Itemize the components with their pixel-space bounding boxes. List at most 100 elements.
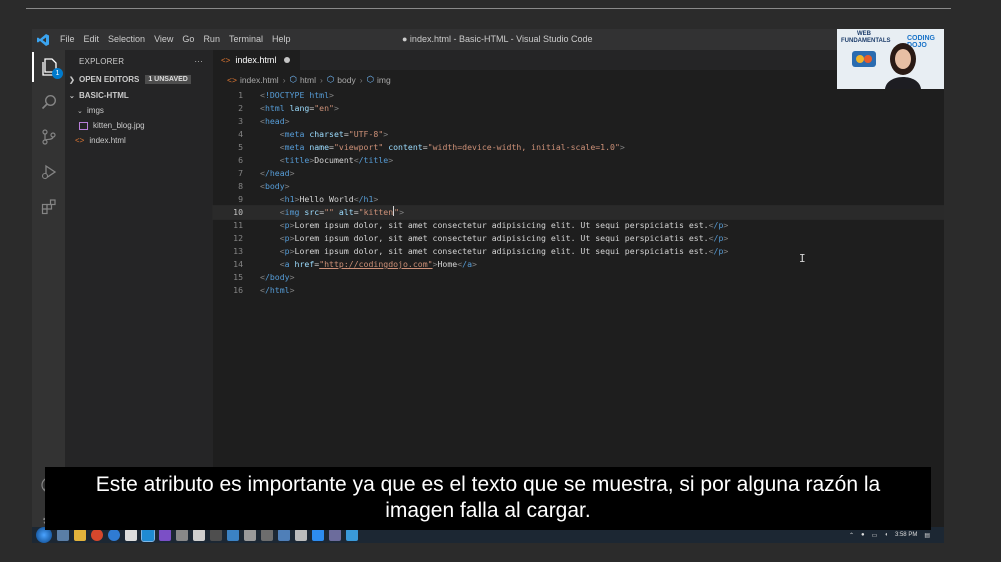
breadcrumb-item[interactable]: index.html: [240, 75, 279, 85]
code-line[interactable]: 12 <p>Lorem ipsum dolor, sit amet consec…: [213, 232, 944, 245]
clock[interactable]: 3:58 PM: [895, 532, 917, 538]
breadcrumb-item[interactable]: html: [300, 75, 316, 85]
code-text: <head>: [260, 116, 290, 126]
code-editor[interactable]: 1 <!DOCTYPE html> 2 <html lang="en"> 3 <head>…: [212, 89, 944, 297]
unsaved-dot-icon[interactable]: [284, 57, 291, 63]
code-line[interactable]: 6 <title>Document</title>: [213, 154, 944, 167]
line-number: 11: [233, 220, 243, 230]
code-line[interactable]: 8 <body>: [213, 180, 944, 193]
menu-edit[interactable]: Edit: [84, 29, 100, 50]
app-icon[interactable]: [329, 529, 341, 541]
code-line[interactable]: 14 <a href="http://codingdojo.com">Home<…: [213, 258, 944, 271]
mail-icon[interactable]: [227, 529, 239, 541]
image-file-icon: [79, 121, 88, 130]
chrome-icon[interactable]: [108, 529, 120, 541]
instructor-webcam: WEB FUNDAMENTALS CODING DOJO: [837, 29, 944, 89]
menu-file[interactable]: File: [60, 29, 75, 50]
menu-run[interactable]: Run: [203, 29, 220, 50]
code-line[interactable]: 16 </html>: [213, 284, 944, 297]
code-line[interactable]: 11 <p>Lorem ipsum dolor, sit amet consec…: [213, 219, 944, 232]
explorer-more-button[interactable]: ···: [194, 57, 203, 66]
volume-icon[interactable]: ◖: [884, 532, 888, 538]
menu-help[interactable]: Help: [272, 29, 291, 50]
explorer-icon[interactable]: 1: [32, 52, 65, 82]
tray-app-icon[interactable]: ●: [861, 532, 865, 538]
video-top-divider: [26, 8, 951, 9]
tree-item-imgs[interactable]: ⌄ imgs: [65, 103, 213, 118]
html-file-icon: <>: [227, 74, 237, 85]
code-line[interactable]: 13 <p>Lorem ipsum dolor, sit amet consec…: [213, 245, 944, 258]
text-cursor-icon: I: [799, 252, 806, 265]
app-icon[interactable]: [193, 529, 205, 541]
code-line[interactable]: 4 <meta charset="UTF-8">: [213, 128, 944, 141]
breadcrumb: <> index.html › ⬡ html › ⬡ body › ⬡ img: [213, 70, 944, 89]
tree-item-index-html[interactable]: <> index.html: [65, 133, 213, 148]
vscode-taskbar-icon[interactable]: [141, 528, 155, 542]
line-number: 13: [233, 246, 243, 256]
file-label: kitten_blog.jpg: [93, 121, 145, 130]
code-text: </head>: [260, 168, 295, 178]
app-icon[interactable]: [278, 529, 290, 541]
tab-index-html[interactable]: <> index.html: [213, 50, 301, 70]
line-number: 8: [238, 181, 243, 191]
folder-label: imgs: [87, 106, 104, 115]
menu-terminal[interactable]: Terminal: [229, 29, 263, 50]
app-icon[interactable]: [295, 529, 307, 541]
menu-selection[interactable]: Selection: [108, 29, 145, 50]
extensions-icon[interactable]: [32, 192, 65, 222]
browser-icon[interactable]: [91, 529, 103, 541]
notifications-icon[interactable]: ▤: [924, 532, 930, 539]
open-editors-label: OPEN EDITORS: [79, 75, 140, 84]
line-number: 7: [238, 168, 243, 178]
code-line[interactable]: 1 <!DOCTYPE html>: [213, 89, 944, 102]
line-number: 12: [233, 233, 243, 243]
element-icon: ⬡: [366, 74, 374, 84]
code-line[interactable]: 2 <html lang="en">: [213, 102, 944, 115]
line-number: 10: [233, 207, 243, 217]
html-css-js-badge-icon: [852, 51, 876, 67]
line-number: 16: [233, 285, 243, 295]
task-view-icon[interactable]: [57, 529, 69, 541]
menu-view[interactable]: View: [154, 29, 173, 50]
menu-go[interactable]: Go: [182, 29, 194, 50]
code-text: <!DOCTYPE html>: [260, 90, 334, 100]
tree-item-kitten-blog[interactable]: kitten_blog.jpg: [65, 118, 213, 133]
instructor-avatar: [885, 43, 921, 89]
breadcrumb-item[interactable]: img: [377, 75, 391, 85]
file-explorer-icon[interactable]: [74, 529, 86, 541]
code-line[interactable]: 7 </head>: [213, 167, 944, 180]
code-text: <title>Document</title>: [279, 155, 394, 165]
line-number: 2: [238, 103, 243, 113]
network-icon[interactable]: ▭: [872, 532, 878, 539]
line-number: 5: [238, 142, 243, 152]
project-section[interactable]: ⌄ BASIC-HTML: [65, 88, 213, 103]
visual-studio-icon[interactable]: [159, 529, 171, 541]
app-icon[interactable]: [346, 529, 358, 541]
html-file-icon: <>: [75, 136, 85, 145]
code-line[interactable]: 10 <img src="" alt="kitten">: [212, 205, 944, 220]
vscode-logo-icon: [32, 29, 54, 50]
breadcrumb-item[interactable]: body: [337, 75, 355, 85]
line-number: 4: [238, 129, 243, 139]
code-line[interactable]: 15 </body>: [213, 271, 944, 284]
chevron-right-icon: ❯: [69, 76, 75, 84]
code-text: </body>: [260, 272, 295, 282]
app-icon[interactable]: [244, 529, 256, 541]
code-text: <p>Lorem ipsum dolor, sit amet consectet…: [279, 233, 729, 243]
settings-icon[interactable]: [176, 529, 188, 541]
app-icon[interactable]: [261, 529, 273, 541]
code-line[interactable]: 9 <h1>Hello World</h1>: [213, 193, 944, 206]
open-editors-section[interactable]: ❯ OPEN EDITORS 1 UNSAVED: [65, 72, 213, 87]
code-line[interactable]: 5 <meta name="viewport" content="width=d…: [213, 141, 944, 154]
code-line[interactable]: 3 <head>: [213, 115, 944, 128]
terminal-icon[interactable]: [210, 529, 222, 541]
zoom-icon[interactable]: [312, 529, 324, 541]
chevron-down-icon: ⌄: [69, 92, 75, 100]
document-icon[interactable]: [125, 529, 137, 541]
code-text: <p>Lorem ipsum dolor, sit amet consectet…: [279, 246, 729, 256]
source-control-icon[interactable]: [32, 122, 65, 152]
tray-chevron-up-icon[interactable]: ⌃: [849, 532, 854, 539]
run-debug-icon[interactable]: [32, 157, 65, 187]
code-text: </html>: [260, 285, 295, 295]
search-icon[interactable]: [32, 87, 65, 117]
